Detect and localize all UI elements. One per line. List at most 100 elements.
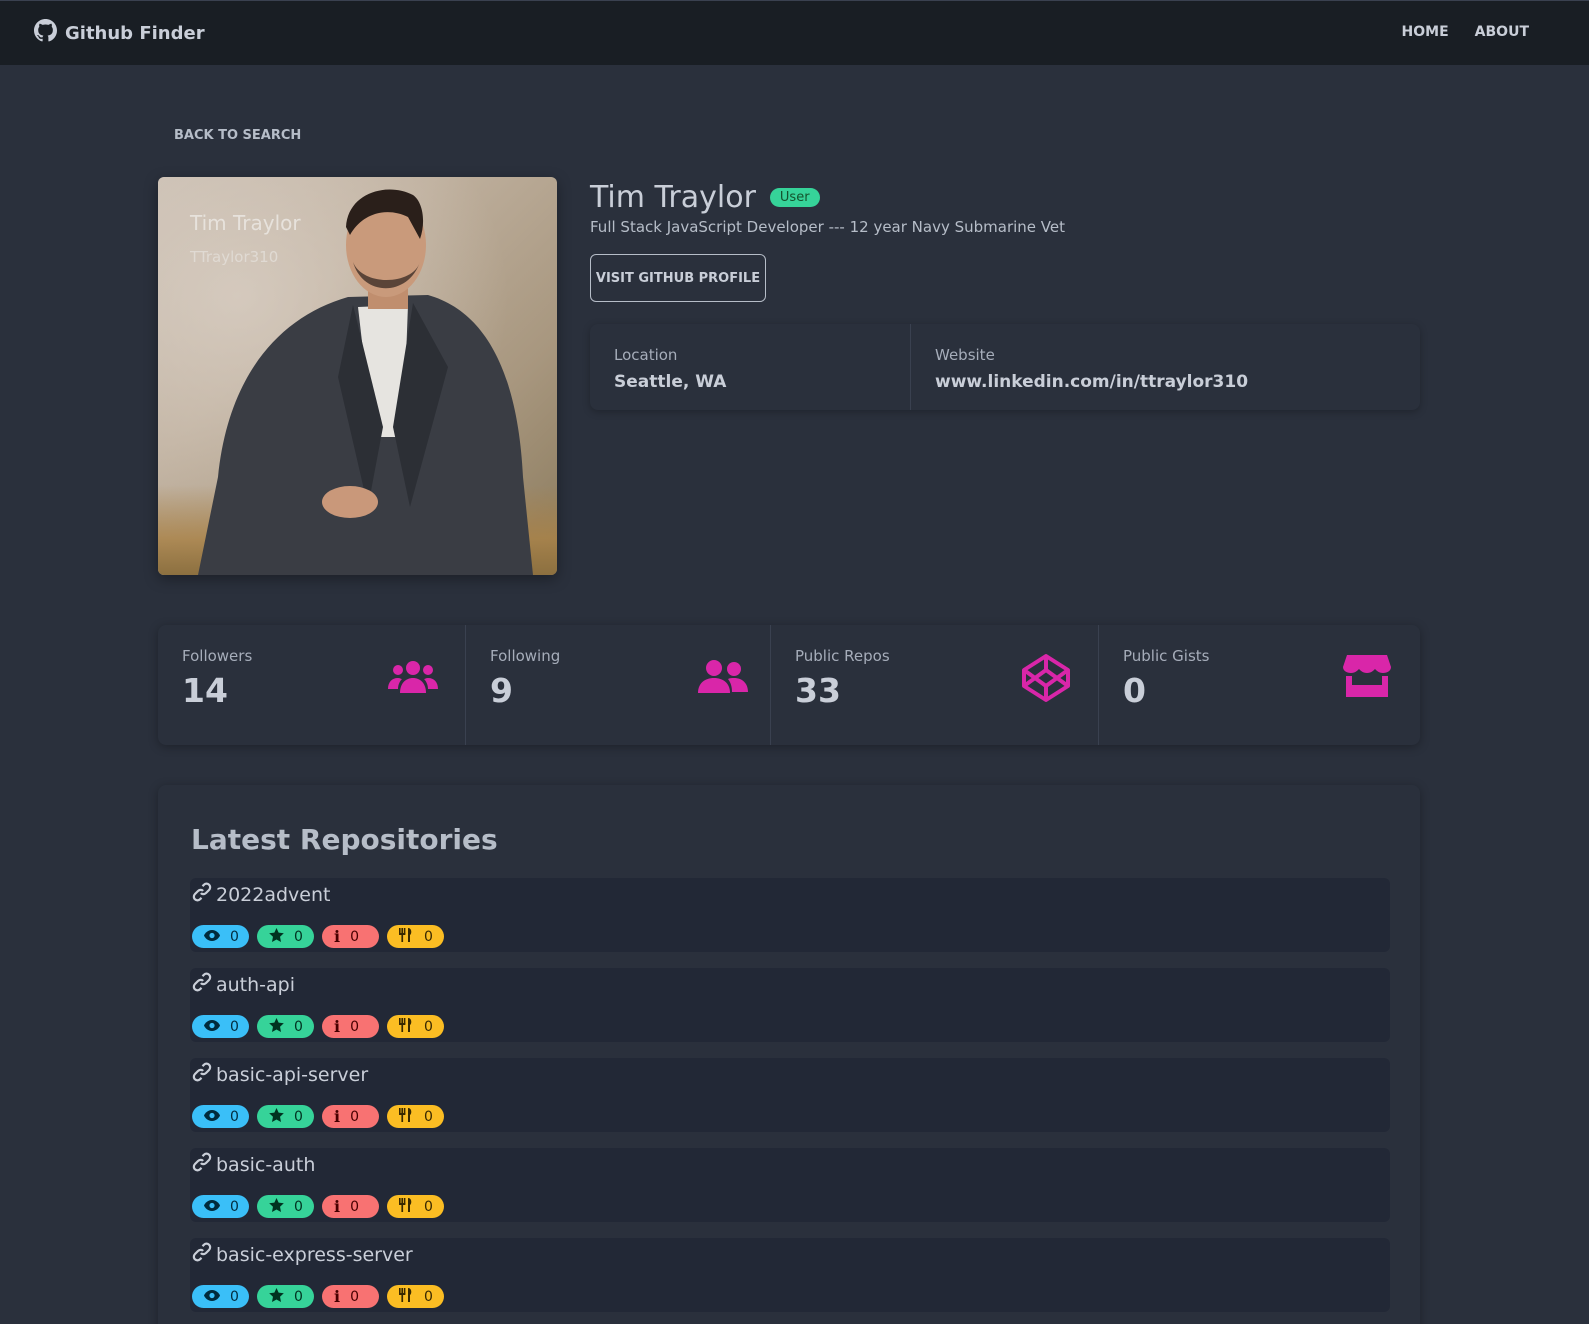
eye-icon xyxy=(204,1199,220,1215)
utensils-icon xyxy=(399,927,414,946)
repo-badges: 0 0 i0 0 xyxy=(192,1015,444,1038)
eye-icon xyxy=(204,1109,220,1125)
star-icon xyxy=(269,1287,284,1306)
github-icon xyxy=(34,19,57,47)
repo-item: basic-express-server 0 0 i0 0 xyxy=(190,1238,1390,1312)
forks-badge: 0 xyxy=(387,1105,444,1128)
forks-badge: 0 xyxy=(387,925,444,948)
store-icon xyxy=(1343,655,1391,702)
stat-following: Following 9 xyxy=(465,625,770,745)
issues-badge: i0 xyxy=(322,1195,379,1218)
link-icon xyxy=(192,882,212,907)
photo-overlay-name: Tim Traylor xyxy=(190,211,301,235)
eye-icon xyxy=(204,929,220,945)
nav-links: HOME ABOUT xyxy=(1402,24,1529,40)
repo-link[interactable]: basic-express-server xyxy=(192,1242,413,1267)
repo-item: auth-api 0 0 i0 0 xyxy=(190,968,1390,1042)
watchers-badge: 0 xyxy=(192,1195,249,1218)
profile-header: Tim Traylor User xyxy=(590,180,820,215)
stars-badge: 0 xyxy=(257,1105,314,1128)
stars-badge: 0 xyxy=(257,1285,314,1308)
watchers-badge: 0 xyxy=(192,925,249,948)
stars-badge: 0 xyxy=(257,925,314,948)
profile-name: Tim Traylor xyxy=(590,180,756,215)
repo-name: auth-api xyxy=(216,973,296,996)
utensils-icon xyxy=(399,1287,414,1306)
star-icon xyxy=(269,1107,284,1126)
repo-name: basic-express-server xyxy=(216,1243,413,1266)
star-icon xyxy=(269,1017,284,1036)
repo-item: 2022advent 0 0 i0 0 xyxy=(190,878,1390,952)
avatar-photo xyxy=(198,189,533,575)
avatar-card: Tim Traylor TTraylor310 xyxy=(158,177,557,575)
navbar: Github Finder HOME ABOUT xyxy=(0,0,1589,65)
location-label: Location xyxy=(614,346,678,364)
nav-about[interactable]: ABOUT xyxy=(1475,24,1529,40)
utensils-icon xyxy=(399,1197,414,1216)
back-to-search-button[interactable]: BACK TO SEARCH xyxy=(174,128,301,143)
forks-badge: 0 xyxy=(387,1015,444,1038)
repo-name: basic-api-server xyxy=(216,1063,369,1086)
visit-github-profile-button[interactable]: VISIT GITHUB PROFILE xyxy=(590,254,766,302)
repo-link[interactable]: auth-api xyxy=(192,972,295,997)
repo-name: 2022advent xyxy=(216,883,331,906)
repo-link[interactable]: 2022advent xyxy=(192,882,330,907)
info-icon: i xyxy=(334,1197,341,1216)
link-icon xyxy=(192,972,212,997)
stars-badge: 0 xyxy=(257,1195,314,1218)
stat-public-gists: Public Gists 0 xyxy=(1098,625,1420,745)
link-icon xyxy=(192,1062,212,1087)
watchers-badge: 0 xyxy=(192,1105,249,1128)
repos-card: Latest Repositories 2022advent 0 0 i0 0 … xyxy=(158,785,1420,1324)
repo-link[interactable]: basic-api-server xyxy=(192,1062,368,1087)
eye-icon xyxy=(204,1289,220,1305)
repo-badges: 0 0 i0 0 xyxy=(192,1105,444,1128)
repo-link[interactable]: basic-auth xyxy=(192,1152,315,1177)
info-icon: i xyxy=(334,927,341,946)
location-value: Seattle, WA xyxy=(614,372,727,392)
stats-bar: Followers 14 Following 9 Public Repos 33 xyxy=(158,625,1420,745)
watchers-badge: 0 xyxy=(192,1285,249,1308)
issues-badge: i0 xyxy=(322,925,379,948)
stat-followers: Followers 14 xyxy=(158,625,465,745)
repo-badges: 0 0 i0 0 xyxy=(192,1195,444,1218)
repos-title: Latest Repositories xyxy=(191,823,498,856)
users-icon xyxy=(388,659,438,700)
repo-item: basic-api-server 0 0 i0 0 xyxy=(190,1058,1390,1132)
website-label: Website xyxy=(935,346,995,364)
issues-badge: i0 xyxy=(322,1285,379,1308)
profile-info-box: Location Seattle, WA Website www.linkedi… xyxy=(590,324,1420,410)
photo-overlay-login: TTraylor310 xyxy=(190,248,279,266)
brand-name: Github Finder xyxy=(65,22,205,44)
link-icon xyxy=(192,1242,212,1267)
stars-badge: 0 xyxy=(257,1015,314,1038)
brand[interactable]: Github Finder xyxy=(34,19,205,47)
user-type-badge: User xyxy=(769,188,820,207)
stat-public-repos: Public Repos 33 xyxy=(770,625,1098,745)
website-link[interactable]: www.linkedin.com/in/ttraylor310 xyxy=(935,372,1396,392)
nav-home[interactable]: HOME xyxy=(1402,24,1449,40)
profile-bio: Full Stack JavaScript Developer --- 12 y… xyxy=(590,218,1066,236)
utensils-icon xyxy=(399,1017,414,1036)
watchers-badge: 0 xyxy=(192,1015,249,1038)
link-icon xyxy=(192,1152,212,1177)
repo-name: basic-auth xyxy=(216,1153,316,1176)
forks-badge: 0 xyxy=(387,1285,444,1308)
forks-badge: 0 xyxy=(387,1195,444,1218)
website-cell: Website www.linkedin.com/in/ttraylor310 xyxy=(910,324,1420,410)
codepen-icon xyxy=(1021,653,1071,708)
star-icon xyxy=(269,927,284,946)
issues-badge: i0 xyxy=(322,1015,379,1038)
repo-badges: 0 0 i0 0 xyxy=(192,925,444,948)
eye-icon xyxy=(204,1019,220,1035)
utensils-icon xyxy=(399,1107,414,1126)
info-icon: i xyxy=(334,1107,341,1126)
user-friends-icon xyxy=(698,659,748,700)
star-icon xyxy=(269,1197,284,1216)
repo-item: basic-auth 0 0 i0 0 xyxy=(190,1148,1390,1222)
issues-badge: i0 xyxy=(322,1105,379,1128)
repo-badges: 0 0 i0 0 xyxy=(192,1285,444,1308)
info-icon: i xyxy=(334,1287,341,1306)
info-icon: i xyxy=(334,1017,341,1036)
location-cell: Location Seattle, WA xyxy=(590,324,910,410)
